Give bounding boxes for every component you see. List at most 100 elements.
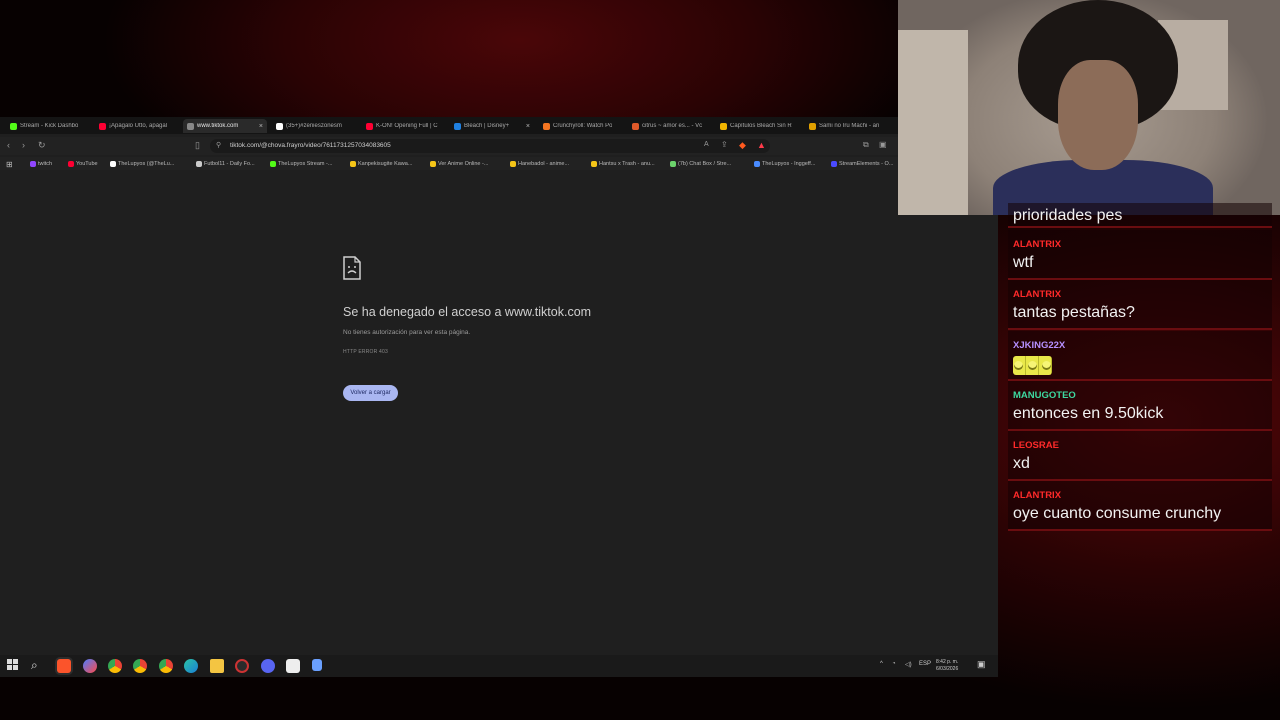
browser-tab[interactable]: www.tiktok.com × <box>183 119 267 133</box>
clock[interactable]: 8:42 p. m. 6/03/2026 <box>936 659 958 673</box>
bookmark-label: twitch <box>38 161 53 167</box>
tab-label: citrus ~ amor es... - Vc <box>642 123 703 129</box>
bookmark-label: Kanpekisugite Kawa... <box>358 161 413 167</box>
translate-icon[interactable]: A <box>704 141 709 148</box>
brave-shield-icon[interactable]: ◆ <box>739 140 746 151</box>
bookmark-item[interactable]: Hantsu x Trash - anu... <box>591 159 655 169</box>
sad-document-icon <box>343 256 361 280</box>
clock-time: 8:42 p. m. <box>936 659 959 665</box>
windows-start-icon[interactable] <box>7 659 18 670</box>
taskbar: ⌕ ^ ◔ ◁) ESP 8:42 p. m. 6/03/2026 ▣ <box>0 655 998 677</box>
obs-taskbar-icon[interactable] <box>235 659 249 673</box>
apps-grid-icon[interactable]: ⊞ <box>6 159 13 169</box>
bookmark-item[interactable]: Futbol11 - Daily Fo... <box>196 159 255 169</box>
volume-icon[interactable]: ◁) <box>905 661 912 668</box>
app-taskbar-icon-2[interactable] <box>83 659 97 673</box>
close-tab-icon[interactable]: × <box>259 123 263 130</box>
bookmark-favicon-icon <box>754 161 760 167</box>
bookmark-favicon-icon <box>270 161 276 167</box>
url-text: tiktok.com/@chova.frayro/video/761173125… <box>230 142 391 149</box>
tab-favicon-icon <box>10 122 17 130</box>
chrome-taskbar-icon-3[interactable] <box>159 659 173 673</box>
bookmarks-bar: ⊞ twitch YouTube TheLupyos (@TheLu... Futbo… <box>0 157 898 170</box>
share-icon[interactable]: ⇪ <box>721 140 728 149</box>
browser-tab[interactable]: ¡Apágalo Utto, apágal <box>95 119 179 133</box>
reload-icon[interactable]: ↻ <box>38 140 46 151</box>
bookmark-item[interactable]: Kanpekisugite Kawa... <box>350 159 412 169</box>
search-icon[interactable]: ⌕ <box>31 658 38 673</box>
close-tab-icon[interactable]: × <box>526 123 530 130</box>
brave-rewards-icon[interactable]: ▲ <box>757 140 766 150</box>
bookmark-item[interactable]: TheLupyos - Inggeff... <box>754 159 815 169</box>
discord-taskbar-icon[interactable] <box>261 659 275 673</box>
back-icon[interactable]: ‹ <box>7 140 10 150</box>
chat-username: ALANTRIX <box>1013 490 1062 501</box>
bookmark-item[interactable]: TheLupyos Stream -... <box>270 159 332 169</box>
tab-favicon-icon <box>632 122 639 130</box>
bookmark-item[interactable]: twitch <box>30 159 52 169</box>
error-subtitle: No tienes autorización para ver esta pág… <box>343 329 471 336</box>
language-indicator[interactable]: ESP <box>919 661 931 667</box>
tab-label: www.tiktok.com <box>197 123 239 129</box>
tab-label: Bleach | Disney+ <box>464 123 510 129</box>
bookmark-favicon-icon <box>591 161 597 167</box>
address-bar[interactable]: ⚲ tiktok.com/@chova.frayro/video/7611731… <box>210 139 770 153</box>
bookmark-item[interactable]: (7b) Chat Box / Stre... <box>670 159 731 169</box>
browser-tab[interactable]: citrus ~ amor es... - Vc <box>628 119 712 133</box>
browser-tab[interactable]: K-ON! Opening Full | C <box>362 119 446 133</box>
edge-taskbar-icon[interactable] <box>184 659 198 673</box>
extensions-icon[interactable]: ⧉ <box>863 140 869 150</box>
error-code: HTTP ERROR 403 <box>343 349 388 355</box>
reload-button[interactable]: Volver a cargar <box>343 385 398 401</box>
browser-tab[interactable]: Capítulos Bleach Sin R <box>716 119 800 133</box>
bookmark-favicon-icon <box>350 161 356 167</box>
bookmark-item[interactable]: YouTube <box>68 159 98 169</box>
bookmark-label: YouTube <box>76 161 98 167</box>
bookmark-favicon-icon <box>196 161 202 167</box>
bookmark-favicon-icon <box>430 161 436 167</box>
chrome-taskbar-icon-1[interactable] <box>108 659 122 673</box>
chat-message: ALANTRIX wtf <box>1008 230 1272 280</box>
notifications-icon[interactable]: ▣ <box>977 659 986 670</box>
bookmark-label: TheLupyos - Inggeff... <box>762 161 816 167</box>
tab-label: Stream - Kick Dashbo <box>20 123 79 129</box>
bookmark-item[interactable]: Hanebadol - anime... <box>510 159 569 169</box>
browser-tab[interactable]: (35+)#zenieszonesm <box>272 119 356 133</box>
bookmark-icon[interactable]: ▯ <box>195 140 200 151</box>
tab-favicon-icon <box>720 122 727 130</box>
app-taskbar-icon-11[interactable] <box>312 659 322 671</box>
browser-tab[interactable]: Bleach | Disney+ × <box>450 119 534 133</box>
error-title: Se ha denegado el acceso a www.tiktok.co… <box>343 305 592 319</box>
browser-tab[interactable]: Sami no Iru Machi - an <box>805 119 889 133</box>
clock-date: 6/03/2026 <box>936 666 959 672</box>
browser-tab[interactable]: Crunchyroll: Watch Po <box>539 119 623 133</box>
site-info-icon[interactable]: ⚲ <box>216 141 221 149</box>
tab-label: (35+)#zenieszonesm <box>286 123 342 129</box>
bookmark-favicon-icon <box>831 161 837 167</box>
chat-message: ALANTRIX oye cuanto consume crunchy <box>1008 481 1272 531</box>
tab-label: Capítulos Bleach Sin R <box>730 123 792 129</box>
chat-username: LEOSRAE <box>1013 440 1059 451</box>
tab-favicon-icon <box>543 122 550 130</box>
bookmark-item[interactable]: Ver Anime Online -... <box>430 159 488 169</box>
brave-taskbar-icon[interactable] <box>57 659 71 673</box>
chat-message-partial: prioridades pes <box>1008 203 1272 228</box>
bookmark-item[interactable]: StreamElements - O... <box>831 159 893 169</box>
sidebar-icon[interactable]: ▣ <box>879 140 887 149</box>
bookmark-label: Ver Anime Online -... <box>438 161 489 167</box>
chat-username: MANUGOTEO <box>1013 390 1076 401</box>
capcut-taskbar-icon[interactable] <box>286 659 300 673</box>
chrome-taskbar-icon-2[interactable] <box>133 659 147 673</box>
chat-message-text: prioridades pes <box>1013 207 1123 224</box>
forward-icon[interactable]: › <box>22 140 25 150</box>
tab-label: ¡Apágalo Utto, apágal <box>109 123 168 129</box>
file-explorer-icon[interactable] <box>210 659 224 673</box>
chevron-up-icon[interactable]: ^ <box>880 661 883 667</box>
tab-label: Crunchyroll: Watch Po <box>553 123 613 129</box>
browser-tab[interactable]: Stream - Kick Dashbo <box>6 119 90 133</box>
browser-window: Stream - Kick Dashbo ¡Apágalo Utto, apága… <box>0 117 898 655</box>
chat-message: XJKING22X <box>1008 331 1272 381</box>
bookmark-item[interactable]: TheLupyos (@TheLu... <box>110 159 174 169</box>
webcam-person-face <box>1058 60 1138 170</box>
network-icon[interactable]: ◔ <box>892 661 896 667</box>
